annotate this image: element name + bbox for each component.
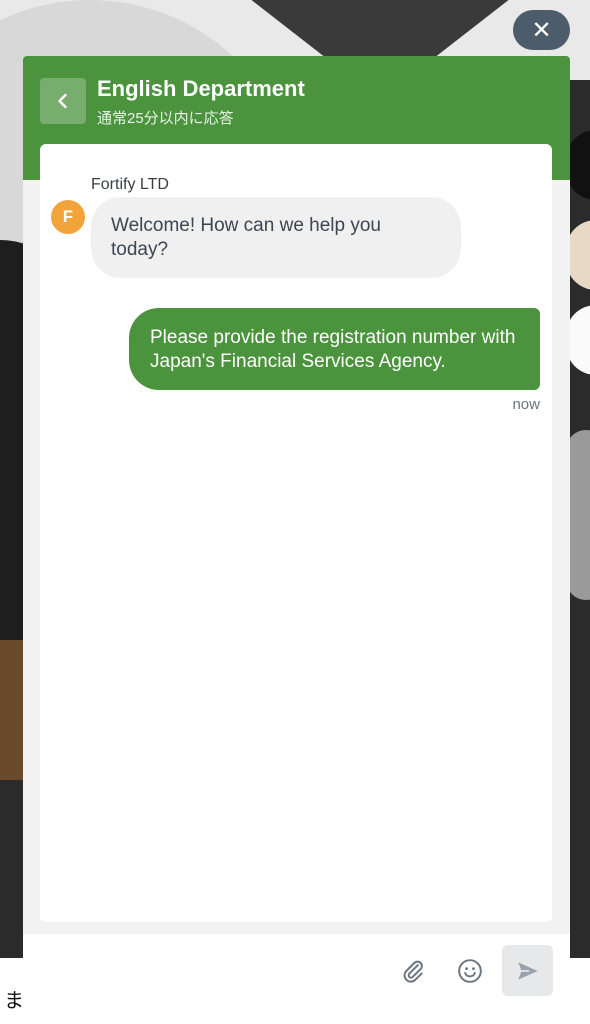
smiley-icon[interactable] — [457, 958, 483, 984]
incoming-message: Welcome! How can we help you today? — [91, 197, 461, 278]
response-time-subtitle: 通常25分以内に応答 — [97, 110, 234, 127]
message-composer[interactable] — [23, 934, 570, 1008]
chevron-left-icon — [58, 93, 67, 109]
back-button[interactable] — [40, 78, 86, 124]
agent-name: Fortify LTD — [91, 176, 169, 193]
close-button[interactable]: ✕ — [513, 10, 570, 50]
message-list[interactable]: Fortify LTD F Welcome! How can we help y… — [40, 144, 552, 922]
outgoing-message: Please provide the registration number w… — [129, 308, 540, 390]
paperclip-icon[interactable] — [400, 958, 426, 984]
send-icon — [517, 961, 538, 980]
avatar: F — [51, 200, 85, 234]
close-icon: ✕ — [531, 16, 552, 44]
chat-title: English Department — [97, 76, 305, 101]
message-timestamp: now — [512, 396, 540, 413]
send-button[interactable] — [502, 945, 553, 996]
background-partial-text: ま — [4, 990, 24, 1012]
chat-widget: English Department 通常25分以内に応答 Fortify LT… — [23, 56, 570, 1008]
